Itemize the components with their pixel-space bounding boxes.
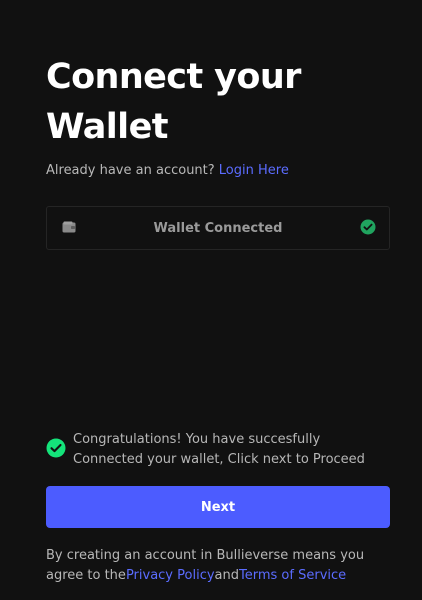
- login-prompt: Already have an account? Login Here: [46, 162, 289, 180]
- wallet-status-card: Wallet Connected: [46, 206, 390, 250]
- success-message: Congratulations! You have succesfully Co…: [46, 430, 390, 470]
- page-title: Connect your Wallet: [46, 52, 390, 152]
- terms-and-text: and: [214, 568, 240, 583]
- wallet-connected-label: Wallet Connected: [153, 220, 283, 236]
- next-button[interactable]: Next: [46, 486, 390, 528]
- terms-of-service-link[interactable]: Terms of Service: [239, 568, 346, 583]
- terms-notice: By creating an account in Bullieverse me…: [46, 546, 390, 586]
- login-prompt-text: Already have an account?: [46, 163, 219, 178]
- privacy-policy-link[interactable]: Privacy Policy: [126, 568, 215, 583]
- page-title-line-1: Connect your: [46, 57, 301, 97]
- check-circle-icon: [360, 219, 376, 235]
- success-message-text: Congratulations! You have succesfully Co…: [73, 432, 365, 467]
- login-link[interactable]: Login Here: [219, 163, 289, 178]
- wallet-icon: [62, 221, 76, 233]
- connect-wallet-page: Connect your Wallet Already have an acco…: [46, 0, 390, 600]
- page-title-line-2: Wallet: [46, 107, 168, 147]
- check-circle-icon: [46, 438, 66, 458]
